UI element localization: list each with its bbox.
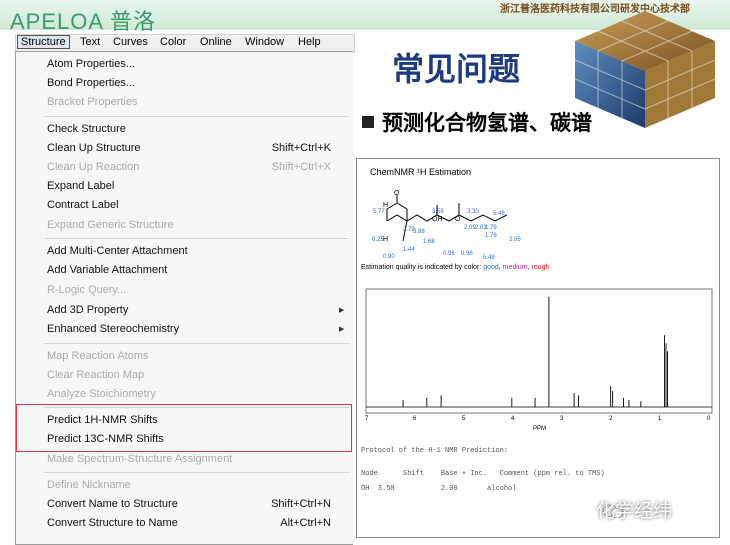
- shift-label: 1.76: [485, 233, 497, 239]
- menu-item-expand-generic-structure: Expand Generic Structure: [47, 219, 174, 231]
- menu-item-add-variable-attachment[interactable]: Add Variable Attachment: [47, 264, 167, 276]
- menu-item-enhanced-stereochemistry[interactable]: Enhanced Stereochemistry: [47, 323, 179, 335]
- quality-legend: Estimation quality is indicated by color…: [361, 264, 550, 271]
- axis-tick: 6: [413, 416, 417, 422]
- shift-label: 0.96: [443, 251, 455, 257]
- shift-label: 5.48: [483, 255, 495, 261]
- atom-label: O: [455, 216, 461, 223]
- cube-decoration-icon: [574, 11, 716, 128]
- menu-item-atom-properties[interactable]: Atom Properties...: [47, 58, 135, 70]
- slide-subtitle: 预测化合物氢谱、碳谱: [362, 107, 592, 137]
- shortcut-convert-structure-to-name: Alt+Ctrl+N: [280, 517, 331, 529]
- slide-title: 常见问题: [392, 50, 521, 88]
- shift-label: 1.44: [403, 247, 415, 253]
- menu-online[interactable]: Online: [200, 36, 232, 48]
- shortcut-convert-name-to-structure: Shift+Ctrl+N: [271, 498, 331, 510]
- quality-prefix: Estimation quality is indicated by color…: [361, 264, 482, 271]
- quality-good: good: [483, 264, 499, 271]
- shortcut-clean-up-structure: Shift+Ctrl+K: [271, 142, 331, 154]
- company-logo: APELOA 普洛: [10, 9, 156, 34]
- nmr-spectrum: [365, 288, 713, 414]
- atom-label: O: [394, 190, 400, 197]
- shift-label: 3.58: [432, 209, 444, 215]
- atom-label: H: [383, 236, 388, 243]
- protocol-table-row: OH 3.58 2.00 alcohol: [361, 485, 517, 493]
- protocol-text: Protocol of the H-1 NMR Prediction:: [361, 447, 509, 455]
- shift-label: 5.48: [493, 211, 505, 217]
- nmr-estimation-panel: ChemNMR ¹H Estimation 5.77 6.25 0.90 1.4…: [356, 158, 720, 538]
- menu-help[interactable]: Help: [298, 36, 321, 48]
- shortcut-clean-up-reaction: Shift+Ctrl+X: [271, 161, 331, 173]
- subtitle-text: 预测化合物氢谱、碳谱: [382, 111, 592, 135]
- menu-structure[interactable]: Structure: [17, 35, 70, 49]
- axis-tick: 5: [462, 416, 466, 422]
- shift-label: 1.68: [423, 239, 435, 245]
- menu-item-define-nickname: Define Nickname: [47, 479, 131, 491]
- axis-tick: 7: [365, 416, 369, 422]
- menu-item-map-reaction-atoms: Map Reaction Atoms: [47, 350, 149, 362]
- shift-label: 0.90: [383, 254, 395, 260]
- bullet-square-icon: [362, 116, 374, 128]
- menu-item-expand-label[interactable]: Expand Label: [47, 180, 114, 192]
- menu-separator: [44, 343, 349, 344]
- menu-item-bond-properties[interactable]: Bond Properties...: [47, 77, 135, 89]
- menu-item-clean-up-structure[interactable]: Clean Up Structure: [47, 142, 141, 154]
- quality-rough: rough: [531, 264, 550, 271]
- menu-curves[interactable]: Curves: [113, 36, 148, 48]
- menu-separator: [44, 238, 349, 239]
- menu-item-clean-up-reaction: Clean Up Reaction: [47, 161, 140, 173]
- menu-item-check-structure[interactable]: Check Structure: [47, 123, 126, 135]
- axis-tick: 3: [560, 416, 564, 422]
- axis-unit: PPM: [533, 426, 547, 432]
- menu-item-analyze-stoichiometry: Analyze Stoichiometry: [47, 388, 156, 400]
- menu-item-clear-reaction-map: Clear Reaction Map: [47, 369, 145, 381]
- protocol-table-header: Node Shift Base + Inc. Comment (ppm rel.…: [361, 470, 605, 478]
- watermark-text: 化学经纬: [596, 500, 673, 522]
- axis-tick: 2: [609, 416, 613, 422]
- quality-medium: medium: [502, 264, 528, 271]
- axis-tick: 4: [511, 416, 515, 422]
- menu-item-convert-name-to-structure[interactable]: Convert Name to Structure: [47, 498, 178, 510]
- submenu-arrow-icon: ▶: [339, 326, 345, 333]
- molecule-structure: 5.77 6.25 0.90 1.44 2.79 3.88 1.68 3.58 …: [372, 190, 521, 261]
- shift-label: 5.77: [373, 209, 385, 215]
- menu-window[interactable]: Window: [245, 36, 284, 48]
- menu-item-add-3d-property[interactable]: Add 3D Property: [47, 304, 128, 316]
- structure-menu-dropdown: Atom Properties... Bond Properties... Br…: [15, 51, 353, 545]
- menu-item-convert-structure-to-name[interactable]: Convert Structure to Name: [47, 517, 178, 529]
- menu-item-make-spectrum-assignment: Make Spectrum-Structure Assignment: [47, 453, 233, 465]
- menu-item-r-logic-query: R-Logic Query...: [47, 284, 127, 296]
- menu-item-add-multi-center-attachment[interactable]: Add Multi-Center Attachment: [47, 245, 188, 257]
- atom-label: OH: [432, 216, 443, 223]
- menu-item-bracket-properties: Bracket Properties: [47, 96, 138, 108]
- axis-tick: 1: [658, 416, 662, 422]
- axis-tick: 0: [707, 416, 711, 422]
- shift-label: 3.30: [467, 209, 479, 215]
- menu-separator: [44, 116, 349, 117]
- shift-label: 2.05: [509, 237, 521, 243]
- atom-label: H: [383, 202, 388, 209]
- menu-item-contract-label[interactable]: Contract Label: [47, 199, 119, 211]
- shift-label: 0.96: [461, 251, 473, 257]
- menu-color[interactable]: Color: [160, 36, 186, 48]
- menu-text[interactable]: Text: [80, 36, 100, 48]
- shift-label: 1.79: [485, 225, 497, 231]
- shift-label: 3.88: [413, 229, 425, 235]
- menu-separator: [44, 472, 349, 473]
- highlight-box: [16, 404, 352, 452]
- submenu-arrow-icon: ▶: [339, 307, 345, 314]
